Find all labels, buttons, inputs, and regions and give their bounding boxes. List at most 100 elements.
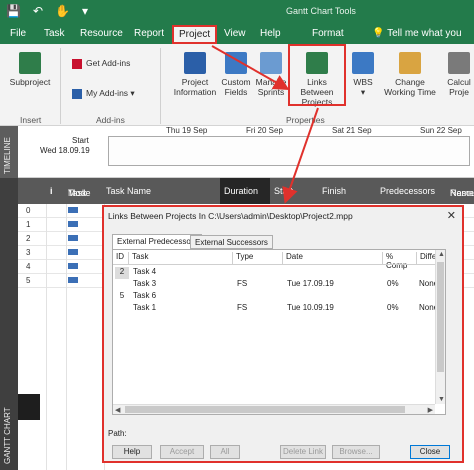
tab-project[interactable]: Project	[172, 25, 218, 44]
task-mode-icon	[68, 277, 78, 283]
tab-file[interactable]: File	[10, 28, 26, 39]
title-bar: 💾 ↶ ✋ ▾ Gantt Chart Tools	[0, 0, 474, 24]
column-finish[interactable]: Finish	[322, 186, 346, 196]
table-row[interactable]: 5 Task 6	[113, 290, 435, 302]
gantt-side-label: GANTT CHART	[0, 178, 18, 470]
custom-fields-icon	[225, 52, 247, 74]
info-column-icon[interactable]: i	[50, 186, 53, 196]
tab-resource[interactable]: Resource	[80, 28, 123, 39]
timeline-dates: Thu 19 Sep Fri 20 Sep Sat 21 Sep Sun 22 …	[150, 126, 474, 136]
column-header-difference[interactable]: Differe	[417, 252, 437, 264]
row-date: Tue 17.09.19	[287, 279, 334, 288]
change-working-time-button[interactable]: Change Working Time	[380, 52, 440, 97]
timeline-date: Sat 21 Sep	[332, 126, 372, 135]
undo-icon[interactable]: ↶	[33, 4, 43, 18]
column-header-id[interactable]: ID	[113, 252, 129, 264]
addins-icon	[72, 88, 82, 99]
row-comp: 0%	[387, 303, 399, 312]
tab-external-predecessors[interactable]: External Predecessors	[112, 234, 203, 250]
row-task: Task 1	[133, 303, 157, 312]
task-mode-icon	[68, 263, 78, 269]
group-label-insert: Insert	[20, 115, 42, 125]
group-label-addins: Add-ins	[96, 115, 125, 125]
column-task-name[interactable]: Task Name	[106, 186, 151, 196]
column-predecessors[interactable]: Predecessors	[380, 186, 435, 196]
row-task: Task 6	[133, 291, 157, 300]
scroll-left-icon[interactable]: ◀	[115, 406, 120, 414]
close-icon[interactable]: ✕	[447, 209, 456, 222]
table-row[interactable]: Task 3 FS Tue 17.09.19 0% None	[113, 278, 438, 290]
tab-external-successors[interactable]: External Successors	[190, 235, 273, 249]
accept-button[interactable]: Accept	[160, 445, 204, 459]
close-button[interactable]: Close	[410, 445, 450, 459]
touch-mode-icon[interactable]: ✋	[55, 4, 70, 18]
ribbon: Subproject Insert Get Add-ins My Add-ins…	[0, 44, 474, 126]
all-button[interactable]: All	[210, 445, 240, 459]
calendar-icon	[399, 52, 421, 74]
manage-sprints-button[interactable]: Manage Sprints	[254, 52, 288, 97]
tab-task[interactable]: Task	[44, 28, 65, 39]
tab-report[interactable]: Report	[134, 28, 164, 39]
row-task: Task 4	[133, 267, 157, 276]
scroll-thumb[interactable]	[125, 406, 405, 413]
tab-view[interactable]: View	[224, 28, 246, 39]
quick-access-toolbar: 💾 ↶ ✋ ▾	[6, 4, 88, 18]
dialog-title: Links Between Projects In C:\Users\admin…	[108, 211, 353, 221]
column-header-date[interactable]: Date	[283, 252, 383, 264]
links-table[interactable]: ID Task Type Date % Comp Differe 2 Task …	[112, 249, 446, 415]
timeline-date: Sun 22 Sep	[420, 126, 462, 135]
wbs-icon	[352, 52, 374, 74]
timeline-start-date: Wed 18.09.19	[40, 146, 90, 155]
timeline-start-label: Start	[72, 136, 89, 145]
row-type: FS	[237, 303, 248, 312]
path-label: Path:	[108, 429, 127, 438]
row-comp: 0%	[387, 279, 399, 288]
store-icon	[72, 58, 82, 69]
get-addins-button[interactable]: Get Add-ins	[72, 58, 142, 69]
column-start[interactable]: Start	[274, 186, 293, 196]
scroll-up-icon[interactable]: ▲	[438, 251, 445, 258]
column-header-comp[interactable]: % Comp	[383, 252, 417, 270]
links-between-projects-dialog: Links Between Projects In C:\Users\admin…	[102, 205, 464, 463]
task-mode-icon	[68, 221, 78, 227]
column-duration[interactable]: Duration	[220, 178, 270, 204]
row-date: Tue 10.09.19	[287, 303, 334, 312]
tab-help[interactable]: Help	[260, 28, 281, 39]
tell-me-search[interactable]: 💡 Tell me what you	[372, 28, 462, 39]
table-row[interactable]: Task 1 FS Tue 10.09.19 0% None	[113, 302, 438, 314]
scroll-down-icon[interactable]: ▼	[438, 396, 445, 403]
calculate-project-button[interactable]: Calcul Proje	[444, 52, 474, 97]
chevron-down-icon: ▾	[360, 87, 366, 97]
customize-qat-icon[interactable]: ▾	[82, 4, 88, 18]
subproject-button[interactable]: Subproject	[8, 52, 52, 87]
delete-link-button[interactable]: Delete Link	[280, 445, 326, 459]
timeline-bar[interactable]	[108, 136, 470, 166]
table-row[interactable]: 2 Task 4	[113, 266, 435, 279]
links-highlight	[288, 44, 346, 106]
horizontal-scrollbar[interactable]: ◀ ▶	[113, 404, 435, 414]
subproject-icon	[19, 52, 41, 74]
column-header-task[interactable]: Task	[129, 252, 233, 264]
project-information-button[interactable]: Project Information	[170, 52, 220, 97]
selected-row-header[interactable]	[18, 394, 40, 420]
timeline-pane[interactable]: TIMELINE Start Wed 18.09.19 Thu 19 Sep F…	[0, 126, 474, 178]
timeline-side-label: TIMELINE	[0, 126, 18, 178]
row-task: Task 3	[133, 279, 157, 288]
help-button[interactable]: Help	[112, 445, 152, 459]
column-header-type[interactable]: Type	[233, 252, 283, 264]
ribbon-tabs: File Task Resource Report Project View H…	[0, 24, 474, 44]
vertical-scrollbar[interactable]: ▲ ▼	[435, 250, 445, 404]
gantt-header: i Task Mode Task Name Duration Start Fini…	[18, 178, 474, 204]
sprints-icon	[260, 52, 282, 74]
info-icon	[184, 52, 206, 74]
scroll-thumb[interactable]	[437, 262, 444, 372]
context-tab-label: Gantt Chart Tools	[286, 6, 356, 16]
tab-format[interactable]: Format	[312, 28, 344, 39]
wbs-button[interactable]: WBS ▾	[350, 52, 376, 97]
save-icon[interactable]: 💾	[6, 4, 21, 18]
group-label-properties: Properties	[286, 115, 325, 125]
browse-button[interactable]: Browse...	[332, 445, 380, 459]
scroll-right-icon[interactable]: ▶	[428, 406, 433, 414]
custom-fields-button[interactable]: Custom Fields	[220, 52, 252, 97]
my-addins-button[interactable]: My Add-ins ▾	[72, 88, 152, 99]
